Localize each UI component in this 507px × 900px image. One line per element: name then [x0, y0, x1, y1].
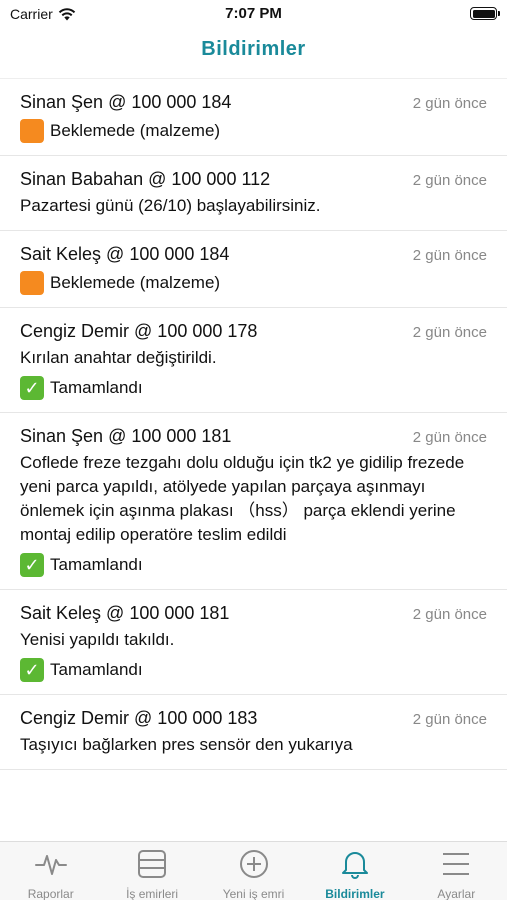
status-time: 7:07 PM [225, 5, 282, 22]
menu-icon [439, 848, 473, 885]
notification-sender: Sinan Şen @ 100 000 181 [20, 426, 232, 446]
notification-sender: Sait Keleş @ 100 000 181 [20, 603, 230, 623]
notification-time: 2 gün önce [412, 606, 487, 623]
notification-item[interactable]: Cengiz Demir @ 100 000 183 2 gün önce Taşı… [0, 695, 507, 770]
notification-time: 2 gün önce [412, 711, 487, 728]
status-bar: Carrier 7:07 PM [0, 0, 507, 30]
notification-message: Kırılan anahtar değiştirildi. [20, 348, 217, 367]
notification-message: Pazartesi günü (26/10) başlayabilirsiniz… [20, 196, 321, 215]
notification-item[interactable]: Sinan Şen @ 100 000 184 2 gün önce Bekleme… [0, 79, 507, 156]
list-icon [135, 848, 169, 885]
notification-item[interactable]: Sait Keleş @ 100 000 181 2 gün önce Yenisi… [0, 590, 507, 695]
pending-square-icon [20, 271, 44, 295]
notification-time: 2 gün önce [412, 429, 487, 446]
notification-time: 2 gün önce [412, 324, 487, 341]
tab-bar: Raporlar İş emirleri Yeni iş emri Bildiriml… [0, 841, 507, 900]
notification-time: 2 gün önce [412, 95, 487, 112]
notification-message: Coflede freze tezgahı dolu olduğu için t… [20, 453, 465, 544]
tab-label: İş emirleri [126, 887, 179, 900]
battery-icon [470, 7, 500, 20]
notification-item[interactable]: Sait Keleş @ 100 000 184 2 gün önce Beklem… [0, 231, 507, 308]
bell-icon [338, 848, 372, 885]
tab-label: Raporlar [27, 887, 74, 900]
pending-square-icon [20, 119, 44, 143]
tab-bell[interactable]: Bildirimler [304, 842, 405, 900]
notification-status: ✓ Tamamlandı [20, 376, 487, 400]
notification-sender: Sinan Babahan @ 100 000 112 [20, 169, 271, 189]
status-label: Beklemede (malzeme) [50, 121, 221, 140]
notification-status: ✓ Tamamlandı [20, 658, 487, 682]
notification-sender: Cengiz Demir @ 100 000 183 [20, 708, 258, 728]
notification-sender: Cengiz Demir @ 100 000 178 [20, 321, 258, 341]
checkmark-icon: ✓ [20, 658, 44, 682]
tab-menu[interactable]: Ayarlar [406, 842, 507, 900]
tab-label: Yeni iş emri [222, 887, 285, 900]
tab-pulse[interactable]: Raporlar [0, 842, 101, 900]
tab-label: Bildirimler [325, 887, 385, 900]
notification-time: 2 gün önce [412, 247, 487, 264]
page-title: Bildirimler [201, 38, 306, 60]
status-label: Tamamlandı [50, 555, 143, 574]
notification-message: Taşıyıcı bağlarken pres sensör den yukar… [20, 735, 353, 754]
status-label: Tamamlandı [50, 378, 143, 397]
tab-add-circle[interactable]: Yeni iş emri [203, 842, 304, 900]
status-label: Beklemede (malzeme) [50, 273, 221, 292]
notification-time: 2 gün önce [412, 172, 487, 189]
notification-sender: Sinan Şen @ 100 000 184 [20, 92, 232, 112]
tab-label: Ayarlar [437, 887, 476, 900]
pulse-icon [34, 848, 68, 885]
notification-status: Beklemede (malzeme) [20, 271, 487, 295]
tab-list[interactable]: İş emirleri [101, 842, 202, 900]
notification-item[interactable]: Cengiz Demir @ 100 000 178 2 gün önce Kırı… [0, 308, 507, 413]
notification-message: Yenisi yapıldı takıldı. [20, 630, 175, 649]
notification-status: ✓ Tamamlandı [20, 553, 487, 577]
notification-item[interactable]: Sinan Babahan @ 100 000 112 2 gün önce Paz… [0, 156, 507, 231]
notification-item[interactable]: Sinan Şen @ 100 000 181 2 gün önce Coflede… [0, 413, 507, 590]
notification-list[interactable]: Sinan Şen @ 100 000 184 2 gün önce Bekleme… [0, 78, 507, 841]
add-circle-icon [237, 848, 271, 885]
notification-status: Beklemede (malzeme) [20, 119, 487, 143]
checkmark-icon: ✓ [20, 553, 44, 577]
checkmark-icon: ✓ [20, 376, 44, 400]
notification-sender: Sait Keleş @ 100 000 184 [20, 244, 230, 264]
status-label: Tamamlandı [50, 660, 143, 679]
